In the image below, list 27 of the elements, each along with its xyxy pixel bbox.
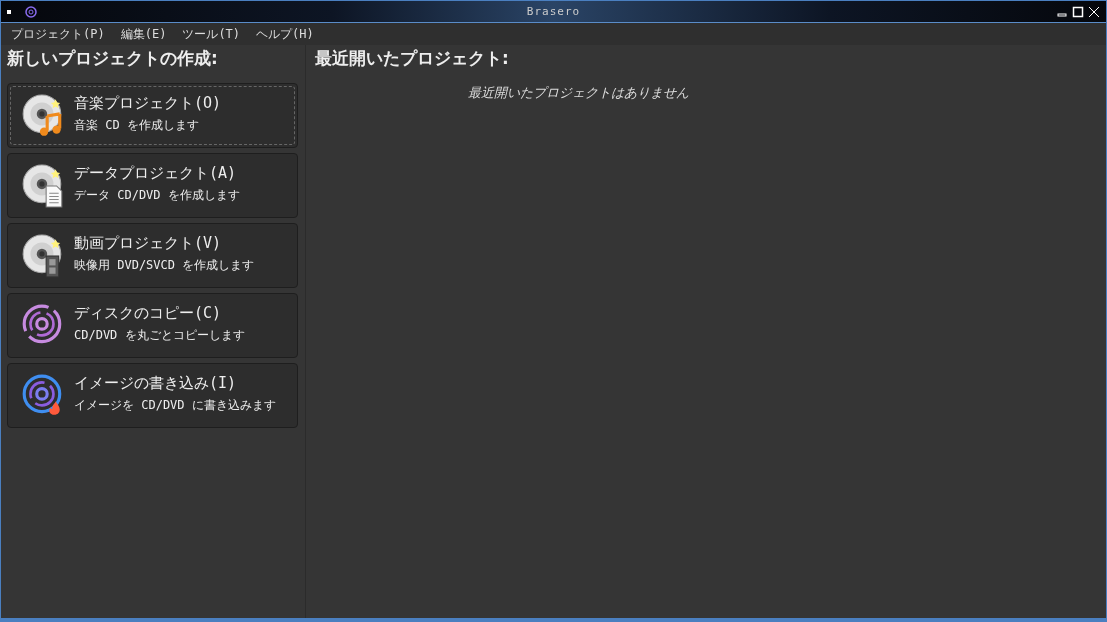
- menu-item[interactable]: 編集(E): [112, 25, 175, 43]
- empty-message: 最近開いたプロジェクトはありません: [467, 84, 689, 102]
- project-title: 動画プロジェクト(V): [74, 233, 223, 253]
- project-button[interactable]: 動画プロジェクト(V) 映像用 DVD/SVCD を作成します: [7, 223, 298, 288]
- project-button[interactable]: 音楽プロジェクト(O) 音楽 CD を作成します: [7, 83, 298, 148]
- project-button[interactable]: イメージの書き込み(I) イメージを CD/DVD に書き込みます: [7, 363, 298, 428]
- project-title: 音楽プロジェクト(O): [74, 93, 222, 113]
- close-icon[interactable]: [1088, 5, 1100, 18]
- project-button[interactable]: ディスクのコピー(C) CD/DVD を丸ごとコピーします: [7, 293, 298, 358]
- project-description: CD/DVD を丸ごとコピーします: [74, 326, 245, 344]
- project-title: イメージの書き込み(I): [74, 373, 238, 393]
- section-heading: 最近開いたプロジェクト:: [315, 47, 510, 70]
- window-title: Brasero: [526, 5, 581, 18]
- menu-item[interactable]: ヘルプ(H): [248, 25, 322, 43]
- project-button[interactable]: データプロジェクト(A) データ CD/DVD を作成します: [7, 153, 298, 218]
- project-title: ディスクのコピー(C): [74, 303, 223, 323]
- project-title: データプロジェクト(A): [74, 163, 238, 183]
- project-description: データ CD/DVD を作成します: [74, 186, 240, 204]
- project-description: イメージを CD/DVD に書き込みます: [74, 396, 276, 414]
- maximize-icon[interactable]: [1072, 5, 1084, 18]
- menu-item[interactable]: プロジェクト(P): [3, 25, 113, 43]
- project-description: 映像用 DVD/SVCD を作成します: [74, 256, 255, 274]
- section-heading: 新しいプロジェクトの作成:: [7, 47, 219, 70]
- app-icon: [25, 5, 37, 18]
- menu-item[interactable]: ツール(T): [174, 25, 249, 43]
- window-menu-icon[interactable]: [7, 9, 11, 14]
- project-description: 音楽 CD を作成します: [74, 116, 200, 134]
